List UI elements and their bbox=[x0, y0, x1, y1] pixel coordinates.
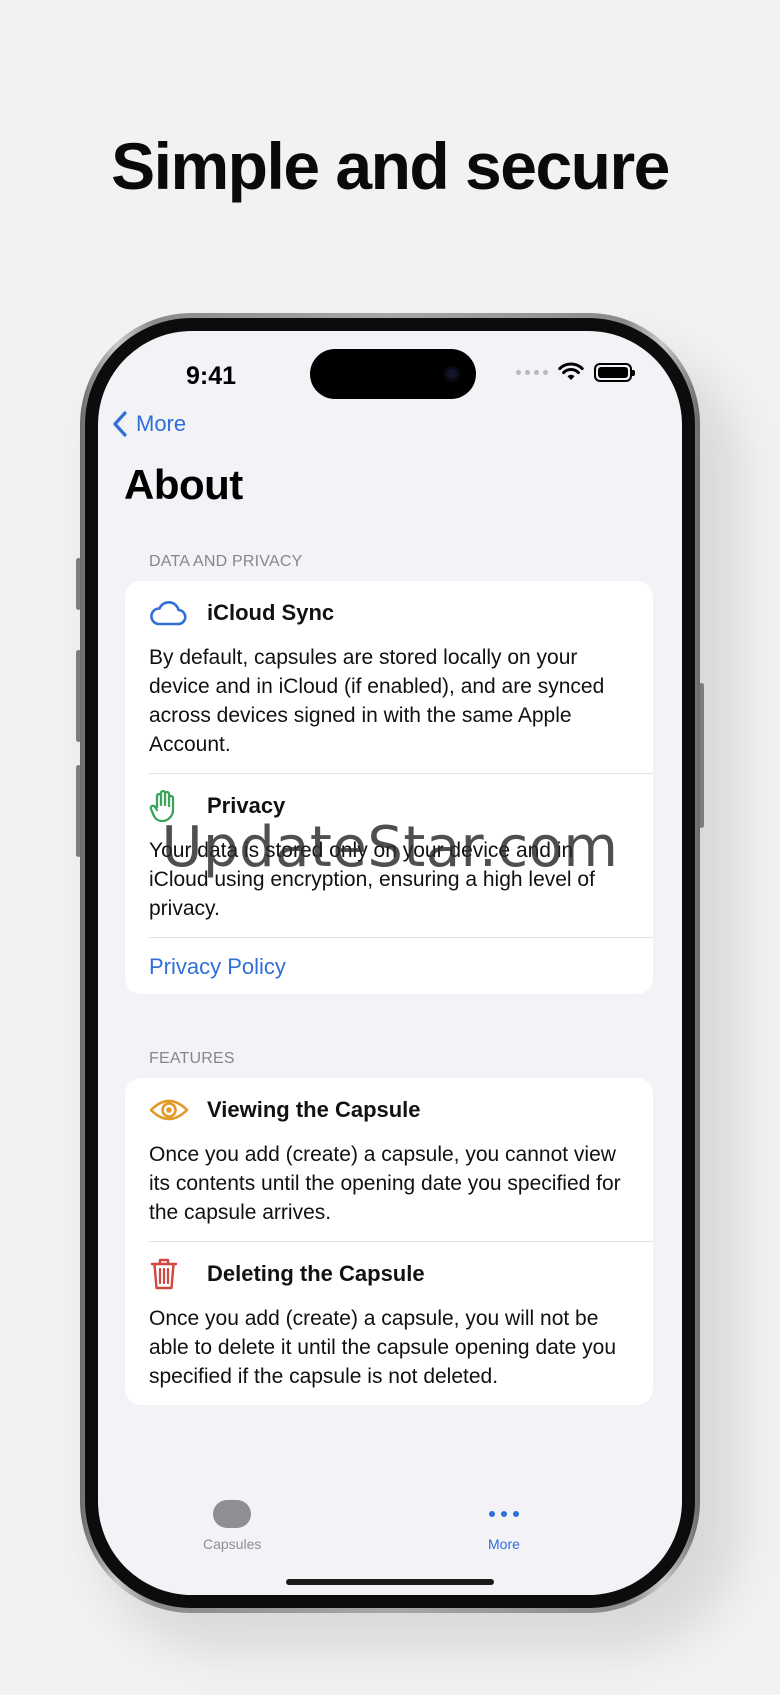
privacy-policy-link[interactable]: Privacy Policy bbox=[149, 937, 653, 994]
ellipsis-icon bbox=[488, 1500, 519, 1528]
trash-icon bbox=[149, 1257, 189, 1291]
page-title: About bbox=[124, 461, 243, 508]
capsule-icon bbox=[213, 1500, 252, 1528]
camera-icon bbox=[444, 366, 460, 382]
section-header-data-privacy: DATA AND PRIVACY bbox=[149, 553, 303, 570]
watermark: UpdateStar.com bbox=[161, 815, 619, 880]
phone-frame: 9:41 More About DATA AND PRIVACY iCloud … bbox=[80, 313, 700, 1613]
phone-screen: 9:41 More About DATA AND PRIVACY iCloud … bbox=[98, 331, 682, 1595]
back-button[interactable]: More bbox=[112, 411, 186, 437]
item-description: Once you add (create) a capsule, you wil… bbox=[149, 1307, 617, 1388]
item-title: Viewing the Capsule bbox=[207, 1097, 421, 1122]
back-label: More bbox=[136, 411, 187, 436]
item-title: Deleting the Capsule bbox=[207, 1261, 425, 1286]
cloud-icon bbox=[149, 599, 189, 627]
eye-icon bbox=[149, 1097, 189, 1123]
tab-capsules[interactable]: Capsules bbox=[203, 1500, 261, 1552]
list-item: iCloud Sync By default, capsules are sto… bbox=[125, 581, 653, 773]
home-indicator bbox=[286, 1579, 494, 1585]
status-indicators bbox=[516, 362, 635, 382]
status-time: 9:41 bbox=[186, 362, 237, 390]
item-description: By default, capsules are stored locally … bbox=[149, 646, 605, 756]
wifi-icon bbox=[558, 362, 584, 380]
list-item: Deleting the Capsule Once you add (creat… bbox=[149, 1241, 653, 1405]
tab-more[interactable]: More bbox=[488, 1500, 520, 1552]
data-privacy-card: iCloud Sync By default, capsules are sto… bbox=[125, 581, 653, 994]
dynamic-island bbox=[310, 349, 476, 399]
signal-icon bbox=[516, 369, 548, 375]
item-description: Once you add (create) a capsule, you can… bbox=[149, 1143, 621, 1224]
tab-label: More bbox=[488, 1536, 520, 1552]
battery-icon bbox=[594, 362, 635, 382]
list-item: Viewing the Capsule Once you add (create… bbox=[125, 1078, 653, 1241]
phone-bezel: 9:41 More About DATA AND PRIVACY iCloud … bbox=[85, 318, 695, 1608]
item-title: iCloud Sync bbox=[207, 600, 335, 625]
features-card: Viewing the Capsule Once you add (create… bbox=[125, 1078, 653, 1405]
tab-bar: Capsules More bbox=[98, 1440, 682, 1595]
section-header-features: FEATURES bbox=[149, 1050, 235, 1067]
headline: Simple and secure bbox=[111, 129, 670, 203]
tab-label: Capsules bbox=[203, 1536, 262, 1552]
chevron-left-icon bbox=[113, 411, 127, 437]
